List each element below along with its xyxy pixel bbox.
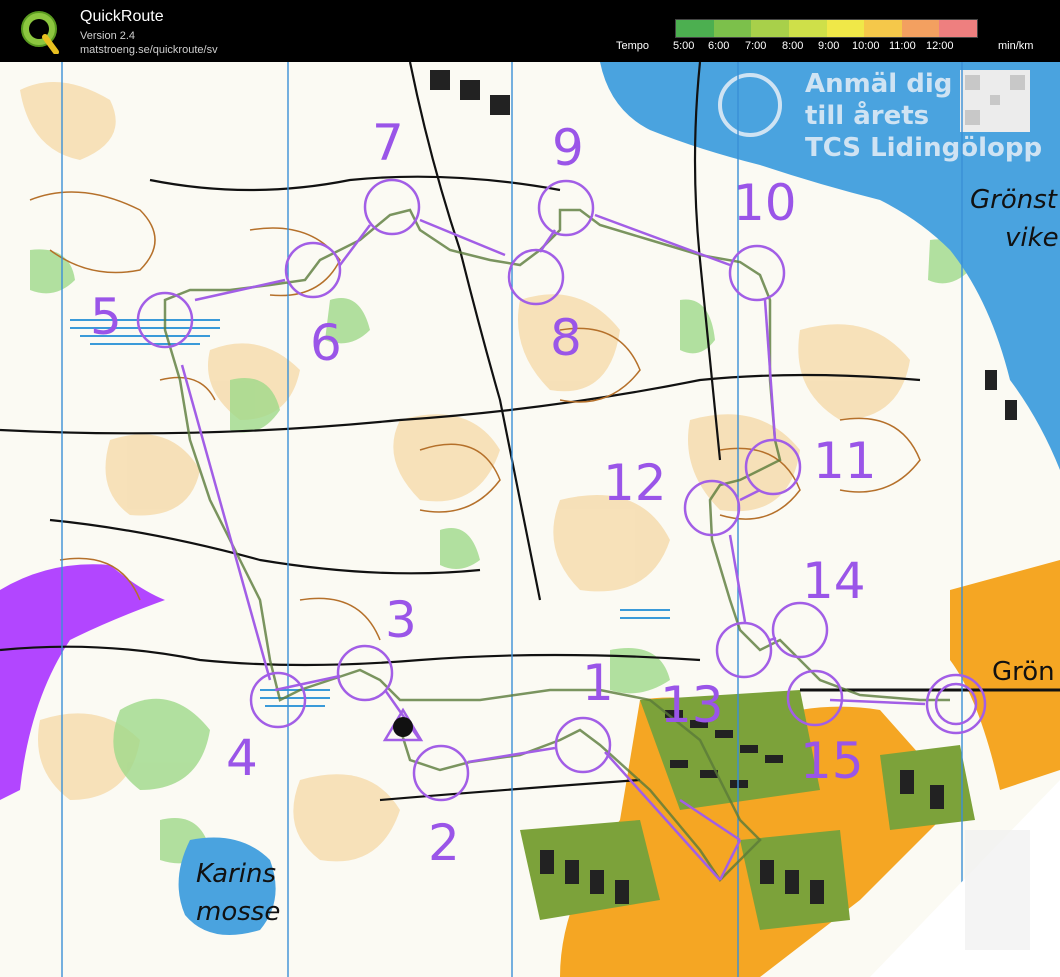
quickroute-logo-icon bbox=[21, 11, 59, 54]
control-number: 6 bbox=[310, 314, 342, 372]
tempo-tick: 9:00 bbox=[818, 40, 840, 52]
tempo-tick: 12:00 bbox=[926, 40, 954, 52]
app-title: QuickRoute bbox=[80, 8, 164, 25]
place-name: Grönst bbox=[970, 185, 1058, 215]
control-number: 15 bbox=[800, 732, 864, 790]
qr-code-bottom-icon bbox=[965, 830, 1030, 950]
control-number: 2 bbox=[428, 814, 460, 872]
control-number: 10 bbox=[733, 174, 797, 232]
tempo-tick: 10:00 bbox=[852, 40, 880, 52]
tempo-segment bbox=[751, 20, 789, 37]
tempo-segment bbox=[676, 20, 714, 37]
place-name: mosse bbox=[196, 897, 280, 927]
control-number: 9 bbox=[552, 119, 584, 177]
control-number: 7 bbox=[372, 114, 404, 172]
tempo-tick: 11:00 bbox=[889, 40, 916, 52]
tempo-segment bbox=[788, 20, 827, 37]
control-number: 5 bbox=[90, 288, 122, 346]
tempo-segment bbox=[939, 20, 977, 37]
event-ad-line1: Anmäl dig bbox=[805, 69, 952, 99]
tempo-tick: 7:00 bbox=[745, 40, 767, 52]
tempo-segment bbox=[826, 20, 865, 37]
orienteering-map[interactable]: Anmäl dig till årets TCS Lidingölopp 1 2… bbox=[0, 62, 1060, 977]
tempo-color-bar bbox=[675, 19, 978, 38]
app-header: QuickRoute Version 2.4 matstroeng.se/qui… bbox=[0, 0, 1060, 62]
control-number: 8 bbox=[550, 309, 582, 367]
event-ad-line2: till årets bbox=[805, 99, 929, 131]
control-number: 4 bbox=[226, 729, 258, 787]
tempo-segment bbox=[713, 20, 752, 37]
tempo-tick: 5:00 bbox=[673, 40, 695, 52]
control-number: 11 bbox=[813, 432, 877, 490]
control-number: 13 bbox=[660, 676, 724, 734]
tempo-tick: 6:00 bbox=[708, 40, 730, 52]
event-ad-line3: TCS Lidingölopp bbox=[805, 133, 1042, 163]
tempo-segment bbox=[864, 20, 902, 37]
control-number: 12 bbox=[603, 454, 667, 512]
app-version: Version 2.4 bbox=[80, 30, 136, 42]
tempo-label: Tempo bbox=[616, 40, 650, 52]
tempo-segment bbox=[901, 20, 940, 37]
place-name: Grön bbox=[992, 657, 1055, 687]
tempo-unit: min/km bbox=[998, 40, 1034, 52]
tempo-tick: 8:00 bbox=[782, 40, 804, 52]
place-name: Karins bbox=[196, 859, 276, 889]
control-number: 3 bbox=[385, 591, 417, 649]
control-number: 14 bbox=[802, 552, 866, 610]
app-url: matstroeng.se/quickroute/sv bbox=[80, 44, 218, 56]
place-name: vike bbox=[1005, 223, 1059, 253]
control-number: 1 bbox=[582, 654, 614, 712]
